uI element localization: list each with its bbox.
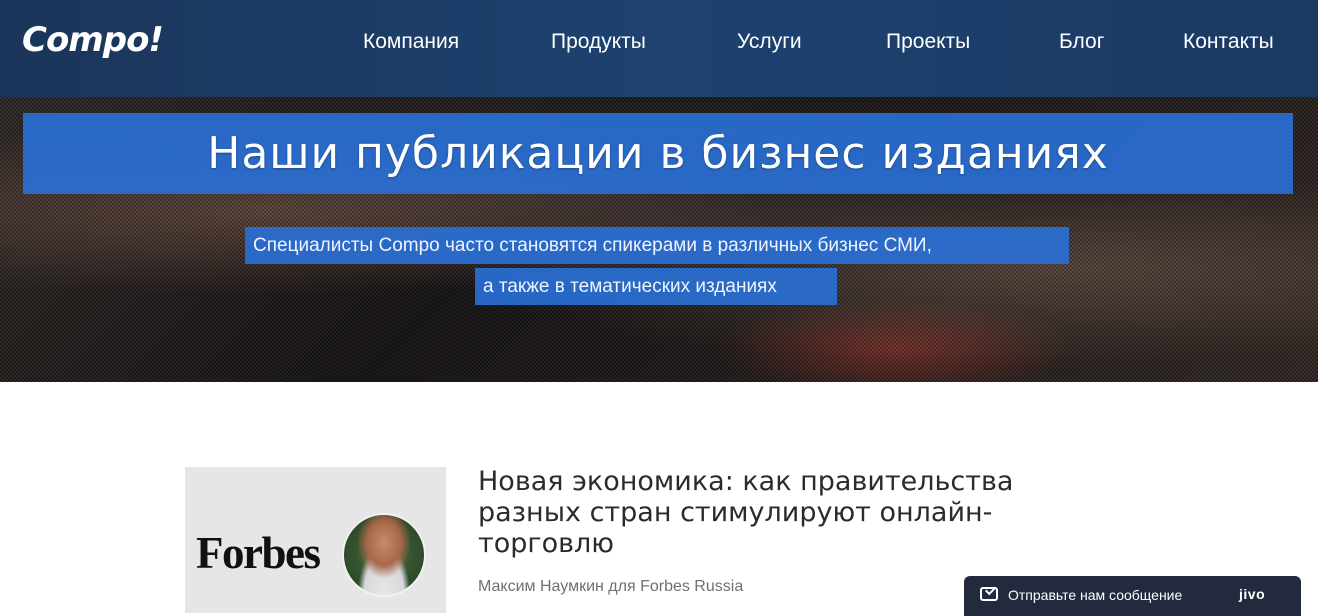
article-title-link[interactable]: Новая экономика: как правительства разны…	[478, 466, 1078, 559]
chat-widget-button[interactable]: Отправьте нам сообщение jivo	[964, 576, 1301, 616]
nav-item-contacts[interactable]: Контакты	[1183, 30, 1274, 54]
chat-widget-label: Отправьте нам сообщение	[1008, 587, 1183, 603]
forbes-logo: Forbes	[196, 528, 321, 578]
article-thumbnail[interactable]: Forbes	[185, 467, 446, 613]
hero-title-band: Наши публикации в бизнес изданиях	[23, 113, 1293, 194]
envelope-icon	[980, 587, 998, 601]
page-title: Наши публикации в бизнес изданиях	[207, 128, 1109, 179]
jivo-logo: jivo	[1239, 586, 1266, 602]
hero-subtitle-line-2: а также в тематических изданиях	[475, 268, 837, 305]
author-avatar	[342, 513, 426, 597]
nav-item-company[interactable]: Компания	[363, 30, 459, 54]
nav-item-projects[interactable]: Проекты	[886, 30, 970, 54]
hero-banner: Наши публикации в бизнес изданиях Специа…	[0, 97, 1318, 382]
nav-item-services[interactable]: Услуги	[737, 30, 802, 54]
nav-item-products[interactable]: Продукты	[551, 30, 646, 54]
nav-item-blog[interactable]: Блог	[1059, 30, 1104, 54]
main-nav: Компания Продукты Услуги Проекты Блог Ко…	[0, 30, 1318, 60]
hero-subtitle-line-1: Специалисты Compo часто становятся спике…	[245, 227, 1069, 264]
article-author: Максим Наумкин для Forbes Russia	[478, 578, 744, 595]
site-header: Compo! Компания Продукты Услуги Проекты …	[0, 0, 1318, 97]
